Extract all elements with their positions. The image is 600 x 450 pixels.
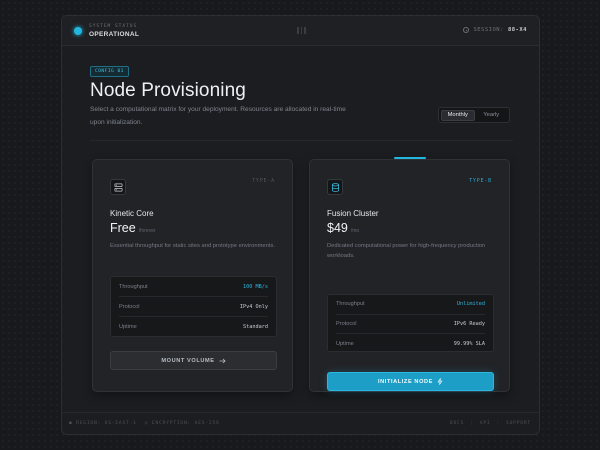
plan-card-fusion-cluster[interactable]: TYPE-B Fusion Cluster $49 /mo Dedicated … [309,157,510,392]
separator: | [470,421,474,426]
separator: | [496,421,501,426]
drag-handle-icon[interactable] [297,27,306,34]
spec-table: Throughput Unlimited Protocol IPv6 Ready… [327,294,494,352]
plan-name: Fusion Cluster [327,209,379,218]
arrow-right-icon [219,358,226,363]
session-label: SESSION: [473,27,504,33]
mount-volume-button[interactable]: MOUNT VOLUME [110,351,277,370]
footer-link-api[interactable]: API [480,421,491,426]
plan-description: Essential throughput for static sites an… [110,243,275,249]
footer-region: ● REGION: US-EAST-1 [69,421,137,426]
config-tag: CONFIG 01 [90,66,129,77]
spec-row: Uptime 99.99% SLA [336,334,485,353]
bolt-icon [437,378,443,385]
database-icon [327,179,343,195]
button-label: MOUNT VOLUME [161,357,215,364]
footer: ● REGION: US-EAST-1 ◎ ENCRYPTION: AES-25… [62,412,539,434]
spec-row: Uptime Standard [119,317,268,337]
server-icon [110,179,126,195]
price-period: /forever [138,228,156,234]
spec-value: IPv6 Ready [453,320,485,327]
session-info: SESSION: 88-X4 [463,27,527,33]
spec-label: Throughput [119,283,148,290]
spec-row: Protocol IPv4 Only [119,297,268,317]
price-value: $49 [327,221,348,235]
footer-link-support[interactable]: SUPPORT [506,421,531,426]
spec-table: Throughput 100 MB/s Protocol IPv4 Only U… [110,276,277,337]
status-indicator-icon [74,27,82,35]
featured-accent-bar [394,157,426,159]
footer-link-docs[interactable]: DOCS [450,421,464,426]
toggle-yearly[interactable]: Yearly [475,110,508,121]
price-period: /mo [350,228,360,234]
plan-card-kinetic-core[interactable]: TYPE-A Kinetic Core Free /forever Essent… [92,159,293,392]
spec-label: Protocol [336,320,357,327]
session-icon [463,27,470,33]
app-window: SYSTEM STATUS OPERATIONAL SESSION: 88-X4… [61,15,540,435]
status-value: OPERATIONAL [89,31,140,38]
spec-row: Protocol IPv6 Ready [336,315,485,334]
page-subtitle: Select a computational matrix for your d… [90,106,346,126]
plan-type: TYPE-A [252,178,275,184]
top-bar: SYSTEM STATUS OPERATIONAL SESSION: 88-X4 [62,16,539,46]
status-label: SYSTEM STATUS [89,24,138,29]
spec-row: Throughput Unlimited [336,295,485,315]
page-title: Node Provisioning [90,80,246,101]
footer-encryption: ◎ ENCRYPTION: AES-256 [144,421,220,426]
spec-label: Protocol [119,303,140,310]
initialize-node-button[interactable]: INITIALIZE NODE [327,372,494,391]
button-label: INITIALIZE NODE [378,378,433,385]
spec-value: Standard [243,324,268,330]
spec-label: Uptime [336,340,354,347]
toggle-monthly[interactable]: Monthly [440,109,475,121]
spec-value: 99.99% SLA [453,340,485,347]
plan-name: Kinetic Core [110,209,154,218]
spec-label: Throughput [336,301,365,308]
spec-value: Unlimited [456,301,485,308]
plan-price: Free /forever [110,221,156,235]
price-value: Free [110,221,136,235]
spec-value: IPv4 Only [239,303,268,310]
plan-price: $49 /mo [327,221,359,235]
session-id: 88-X4 [507,27,527,33]
spec-label: Uptime [119,324,137,330]
spec-value: 100 MB/s [243,283,268,290]
billing-toggle: Monthly Yearly [438,107,510,123]
plan-description: Dedicated computational power for high-f… [327,243,486,259]
divider [90,140,513,141]
plan-type: TYPE-B [469,178,492,184]
spec-row: Throughput 100 MB/s [119,277,268,297]
